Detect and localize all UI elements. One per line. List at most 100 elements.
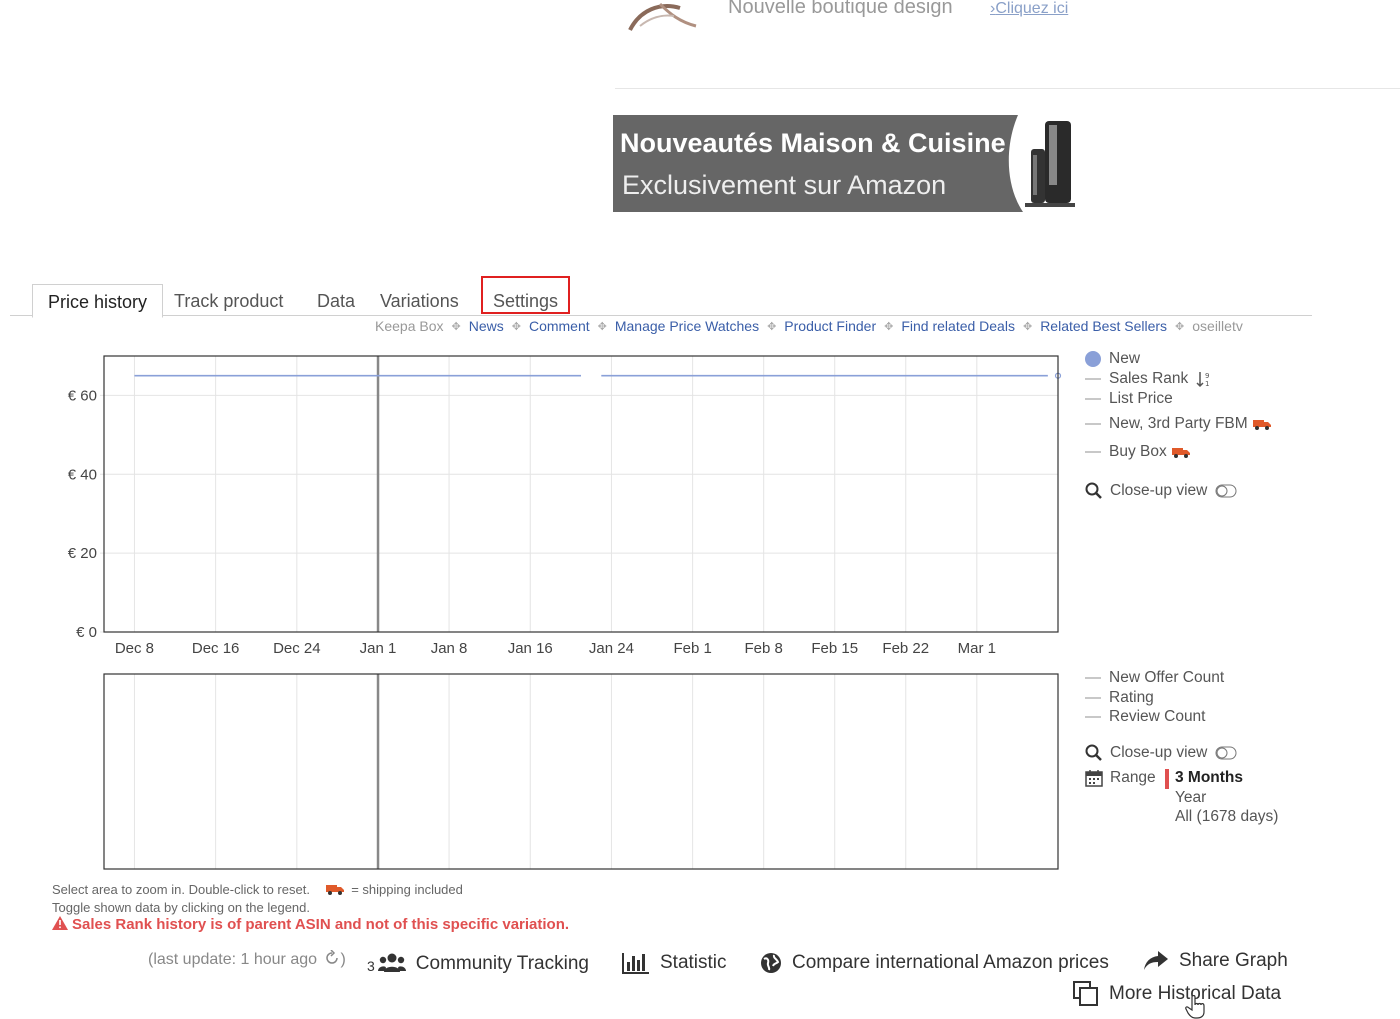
separator-icon: ✥	[1022, 320, 1033, 333]
bar-chart-icon	[622, 953, 649, 974]
banner-title: Nouveautés Maison & Cuisine	[620, 128, 1006, 158]
shipping-hint-text: = shipping included	[351, 882, 463, 897]
zoom-hint-text: Select area to zoom in. Double-click to …	[52, 882, 310, 897]
hand-cursor-icon	[1185, 995, 1205, 1019]
link-comment[interactable]: Comment	[529, 318, 590, 334]
promo-link[interactable]: ›Cliquez ici	[990, 0, 1068, 18]
separator-icon: ✥	[884, 320, 894, 333]
separator-icon: ✥	[597, 320, 607, 333]
legend-label: Review Count	[1109, 708, 1206, 725]
range-option-3-months[interactable]: 3 Months	[1175, 769, 1243, 787]
keepa-link-row: Keepa Box ✥ News ✥ Comment ✥ Manage Pric…	[375, 318, 1243, 334]
closeup-view-toggle[interactable]: Close-up view	[1085, 482, 1237, 500]
range-label: Range	[1085, 769, 1156, 787]
closeup-label: Close-up view	[1110, 482, 1208, 499]
legend-review-count[interactable]: Review Count	[1085, 708, 1206, 726]
legend-dash	[1085, 697, 1101, 699]
toggle-icon	[1215, 484, 1237, 498]
y-tick-label: € 20	[68, 545, 97, 562]
legend-rating[interactable]: Rating	[1085, 689, 1154, 707]
x-tick-label: Feb 22	[882, 640, 929, 657]
statistic-button[interactable]: Statistic	[622, 952, 727, 974]
copy-icon	[1073, 981, 1098, 1006]
link-news[interactable]: News	[469, 318, 504, 334]
legend-dot	[1085, 351, 1101, 367]
legend-list-price[interactable]: List Price	[1085, 390, 1173, 408]
link-keepa-box[interactable]: Keepa Box	[375, 318, 444, 334]
x-tick-label: Feb 8	[745, 640, 783, 657]
more-historical-data-button[interactable]: More Historical Data	[1073, 981, 1281, 1007]
svg-text:1: 1	[1205, 380, 1209, 388]
truck-icon	[1171, 448, 1190, 458]
zoom-hint: Select area to zoom in. Double-click to …	[52, 882, 463, 897]
truck-icon	[325, 885, 344, 895]
community-label: Community Tracking	[415, 953, 589, 974]
range-text: Range	[1110, 769, 1156, 786]
legend-label: Rating	[1109, 689, 1154, 706]
last-update: (last update: 1 hour ago )	[148, 949, 346, 969]
legend-dash	[1085, 378, 1101, 380]
legend-dash	[1085, 423, 1101, 425]
legend-sales-rank[interactable]: Sales Rank 91	[1085, 370, 1212, 388]
x-tick-label: Dec 8	[115, 640, 154, 657]
chart-grid	[100, 356, 1058, 633]
x-tick-label: Jan 8	[431, 640, 468, 657]
legend-label: List Price	[1109, 390, 1173, 407]
legend-dash	[1085, 677, 1101, 679]
last-update-close: )	[340, 951, 346, 968]
link-manage-price-watches[interactable]: Manage Price Watches	[615, 318, 759, 334]
separator-icon: ✥	[1175, 320, 1185, 333]
legend-label: Sales Rank	[1109, 370, 1189, 387]
link-related-best-sellers[interactable]: Related Best Sellers	[1040, 318, 1167, 334]
separator-icon: ✥	[451, 320, 461, 333]
svg-text:9: 9	[1205, 372, 1209, 380]
tab-data[interactable]: Data	[317, 284, 355, 316]
tab-price-history[interactable]: Price history	[32, 284, 163, 318]
legend-new-offer-count[interactable]: New Offer Count	[1085, 669, 1224, 687]
x-tick-label: Jan 16	[508, 640, 553, 657]
promo-text: Nouvelle boutique design	[728, 0, 953, 18]
last-update-text: (last update: 1 hour ago	[148, 951, 318, 968]
separator-icon: ✥	[511, 320, 521, 333]
y-axis-ticks: € 0 € 20 € 40 € 60	[68, 387, 97, 641]
warning-icon	[52, 916, 68, 930]
compare-international-button[interactable]: Compare international Amazon prices	[760, 952, 1109, 974]
closeup-view-toggle[interactable]: Close-up view	[1085, 744, 1237, 762]
legend-3rd-party-fbm[interactable]: New, 3rd Party FBM	[1085, 415, 1271, 433]
share-arrow-icon	[1144, 951, 1168, 970]
globe-icon	[761, 953, 781, 973]
tab-variations[interactable]: Variations	[380, 284, 459, 316]
legend-label: New	[1109, 350, 1141, 367]
community-count: 3	[367, 958, 375, 974]
share-label: Share Graph	[1179, 950, 1288, 971]
magnifier-icon	[1085, 482, 1102, 499]
community-tracking-button[interactable]: 3 Community Tracking	[367, 952, 589, 976]
link-product-finder[interactable]: Product Finder	[784, 318, 876, 334]
x-tick-label: Jan 24	[589, 640, 634, 657]
tab-settings[interactable]: Settings	[481, 276, 570, 314]
link-find-related-deals[interactable]: Find related Deals	[901, 318, 1015, 334]
toggle-hint: Toggle shown data by clicking on the leg…	[52, 900, 311, 915]
chart-grid	[133, 674, 978, 869]
price-history-chart[interactable]: € 0 € 20 € 40 € 60 Dec 8 Dec 16 Dec 24 Jan 1 Ja…	[0, 340, 1070, 670]
share-graph-button[interactable]: Share Graph	[1143, 950, 1288, 972]
x-tick-label: Mar 1	[958, 640, 996, 657]
divider	[615, 88, 1400, 89]
legend-new[interactable]: New	[1085, 350, 1140, 368]
y-tick-label: € 0	[76, 624, 97, 641]
x-tick-label: Dec 16	[192, 640, 240, 657]
legend-label: Buy Box	[1109, 443, 1167, 460]
sales-rank-warning: Sales Rank history is of parent ASIN and…	[52, 916, 569, 933]
range-option-year[interactable]: Year	[1175, 789, 1206, 807]
range-option-all[interactable]: All (1678 days)	[1175, 808, 1278, 826]
legend-dash	[1085, 398, 1101, 400]
legend-buy-box[interactable]: Buy Box	[1085, 443, 1190, 461]
offer-count-chart[interactable]	[0, 670, 1070, 875]
y-tick-label: € 60	[68, 387, 97, 404]
statistic-label: Statistic	[660, 952, 727, 973]
tab-track-product[interactable]: Track product	[174, 284, 283, 316]
closeup-label: Close-up view	[1110, 744, 1208, 761]
link-user[interactable]: oseilletv	[1192, 318, 1243, 334]
users-icon	[377, 953, 406, 972]
refresh-icon[interactable]	[324, 949, 340, 966]
